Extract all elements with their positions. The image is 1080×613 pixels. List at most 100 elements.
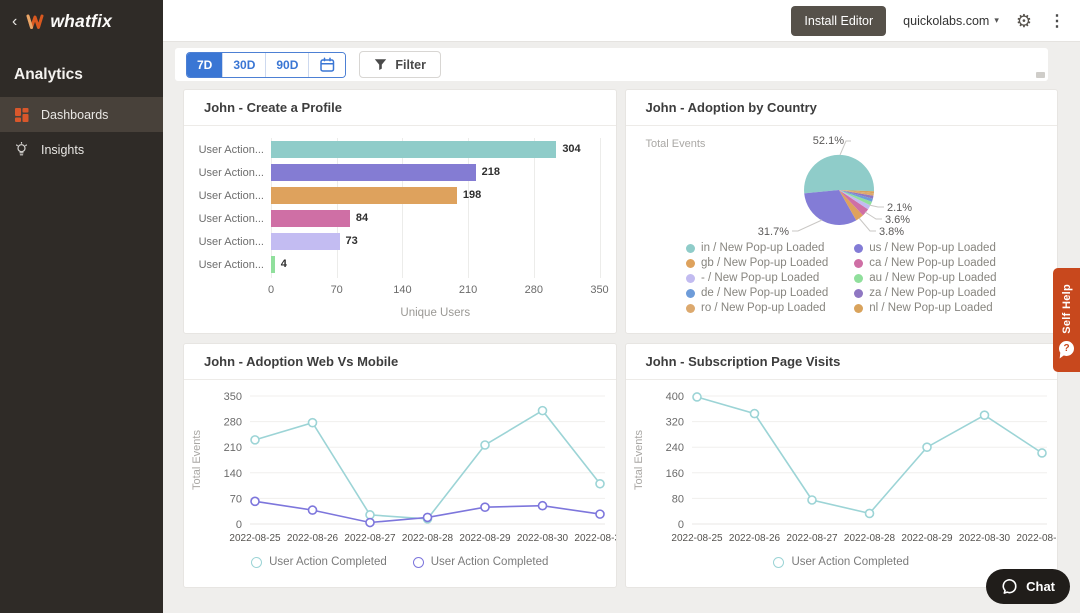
self-help-label: Self Help xyxy=(1060,283,1073,334)
data-point xyxy=(979,410,989,421)
calendar-button[interactable] xyxy=(308,52,346,77)
x-tick-label: 2022-08-31 xyxy=(574,533,616,544)
legend-item[interactable]: us / New Pop-up Loaded xyxy=(854,242,996,254)
data-point xyxy=(365,517,375,528)
pie-percent-label: 3.8% xyxy=(879,226,904,238)
x-tick-label: 2022-08-25 xyxy=(229,533,281,544)
line-plot: 0 70 140 210 280 350 Total Events 2022-08-25 202… xyxy=(191,391,616,544)
gridline xyxy=(533,138,535,278)
data-point xyxy=(422,512,433,523)
whatfix-logo-mark-icon xyxy=(26,14,44,29)
data-point xyxy=(480,440,490,450)
x-tick-label: 2022-08-26 xyxy=(287,533,339,544)
legend-item[interactable]: ca / New Pop-up Loaded xyxy=(854,257,996,269)
filter-button[interactable]: Filter xyxy=(359,51,441,78)
x-tick-label: 2022-08-28 xyxy=(402,533,454,544)
y-tick-label: 400 xyxy=(665,391,683,403)
analytics-section-title: Analytics xyxy=(14,66,83,83)
card-create-profile: John - Create a Profile 304 218 198 84 73 4 Us… xyxy=(183,89,617,334)
self-help-tab[interactable]: Self Help ? xyxy=(1053,268,1080,372)
settings-gear-icon[interactable]: ⚙ xyxy=(1016,12,1032,30)
bar xyxy=(271,233,340,250)
legend-dot xyxy=(854,288,864,298)
line-plot: 0 80 160 240 320 400 Total Events 2022-08-25 202… xyxy=(633,391,1058,544)
account-switcher[interactable]: quickolabs.com ▾ xyxy=(903,14,999,28)
data-point xyxy=(537,500,548,511)
legend-item[interactable]: User Action Completed xyxy=(412,556,549,568)
pie-percent-label: 2.1% xyxy=(887,202,912,214)
x-axis: 0 70 140 210 280 350 xyxy=(268,284,609,298)
range-30d-button[interactable]: 30D xyxy=(222,52,266,77)
line-legend: User Action Completed User Action Complet… xyxy=(184,556,616,568)
x-tick-label: 2022-08-28 xyxy=(843,533,895,544)
sidebar-nav: Dashboards Insights xyxy=(0,97,163,167)
legend-label: za / New Pop-up Loaded xyxy=(869,287,996,299)
gridline xyxy=(468,138,470,278)
sidebar-item-insights[interactable]: Insights xyxy=(0,132,163,167)
legend-label: User Action Completed xyxy=(430,556,549,568)
x-tick-label: 70 xyxy=(330,284,343,296)
chart-title: John - Adoption Web Vs Mobile xyxy=(204,354,399,369)
line-chart: 0 70 140 210 280 350 Total Events 2022-08-25 202… xyxy=(184,380,616,587)
y-tick-label: 70 xyxy=(230,493,242,505)
pie-percent-label: 3.6% xyxy=(885,214,910,226)
sidebar: ‹ whatfix Analytics Dashboards Insights xyxy=(0,0,163,613)
card-header: John - Adoption Web Vs Mobile xyxy=(184,344,616,380)
range-7d-button[interactable]: 7D xyxy=(187,52,223,77)
x-axis-title: Unique Users xyxy=(400,307,471,319)
legend-item[interactable]: nl / New Pop-up Loaded xyxy=(854,302,996,314)
legend-item[interactable]: ro / New Pop-up Loaded xyxy=(686,302,828,314)
x-tick-label: 2022-08-30 xyxy=(958,533,1010,544)
bar-value-label: 218 xyxy=(481,166,500,178)
pie-percent-label: 52.1% xyxy=(812,135,843,147)
legend-item[interactable]: au / New Pop-up Loaded xyxy=(854,272,996,284)
question-bubble-icon: ? xyxy=(1059,341,1074,357)
scrollbar-thumb[interactable] xyxy=(1036,72,1045,78)
legend-item[interactable]: in / New Pop-up Loaded xyxy=(686,242,828,254)
y-tick-label: 280 xyxy=(224,417,242,429)
legend-dot xyxy=(686,258,696,268)
y-tick-label: 160 xyxy=(665,468,683,480)
gridline xyxy=(336,138,338,278)
x-tick-label: 2022-08-25 xyxy=(671,533,723,544)
y-tick-label: 0 xyxy=(677,519,683,531)
card-header: John - Adoption by Country xyxy=(625,90,1057,126)
dashboards-icon xyxy=(14,107,29,122)
install-editor-button[interactable]: Install Editor xyxy=(791,5,887,36)
legend-dot xyxy=(854,273,864,283)
data-point xyxy=(864,508,874,519)
legend-item[interactable]: - / New Pop-up Loaded xyxy=(686,272,828,284)
legend-label: us / New Pop-up Loaded xyxy=(869,242,996,254)
legend-item[interactable]: za / New Pop-up Loaded xyxy=(854,287,996,299)
pie-chart: Total Events 52.1% 31.7% 2.1% 3.6% 3.8% in / N… xyxy=(626,126,1058,333)
sidebar-item-dashboards[interactable]: Dashboards xyxy=(0,97,163,132)
legend-item[interactable]: de / New Pop-up Loaded xyxy=(686,287,828,299)
range-90d-button[interactable]: 90D xyxy=(265,52,309,77)
sidebar-item-label: Insights xyxy=(41,142,85,157)
legend-item[interactable]: User Action Completed xyxy=(773,556,909,568)
funnel-icon xyxy=(375,59,387,70)
card-adoption-by-country: John - Adoption by Country Total Events 5… xyxy=(624,89,1058,334)
data-point xyxy=(595,509,605,519)
dashboard-grid: John - Create a Profile 304 218 198 84 73 4 Us… xyxy=(183,89,1058,588)
chat-button[interactable]: Chat xyxy=(986,569,1070,604)
kebab-menu-icon[interactable]: ⋮ xyxy=(1049,11,1065,31)
bar-value-label: 304 xyxy=(562,143,581,155)
y-tick-label: 320 xyxy=(665,417,683,429)
legend-dot xyxy=(686,243,696,253)
x-tick-label: 2022-08-27 xyxy=(786,533,838,544)
pie-label-line xyxy=(864,211,882,220)
chat-button-label: Chat xyxy=(1026,579,1055,594)
bar xyxy=(271,164,476,181)
legend-item[interactable]: gb / New Pop-up Loaded xyxy=(686,257,828,269)
series-line xyxy=(696,396,1042,515)
legend-item[interactable]: User Action Completed xyxy=(251,556,387,568)
legend-label: - / New Pop-up Loaded xyxy=(701,272,820,284)
date-range-group: 7D 30D 90D xyxy=(186,51,347,78)
collapse-sidebar-button[interactable]: ‹ xyxy=(12,13,17,30)
bar-category-label: User Action... xyxy=(198,190,264,202)
data-point xyxy=(595,478,605,489)
legend-dot xyxy=(686,273,696,283)
data-point xyxy=(921,442,932,452)
y-tick-label: 0 xyxy=(236,519,242,531)
